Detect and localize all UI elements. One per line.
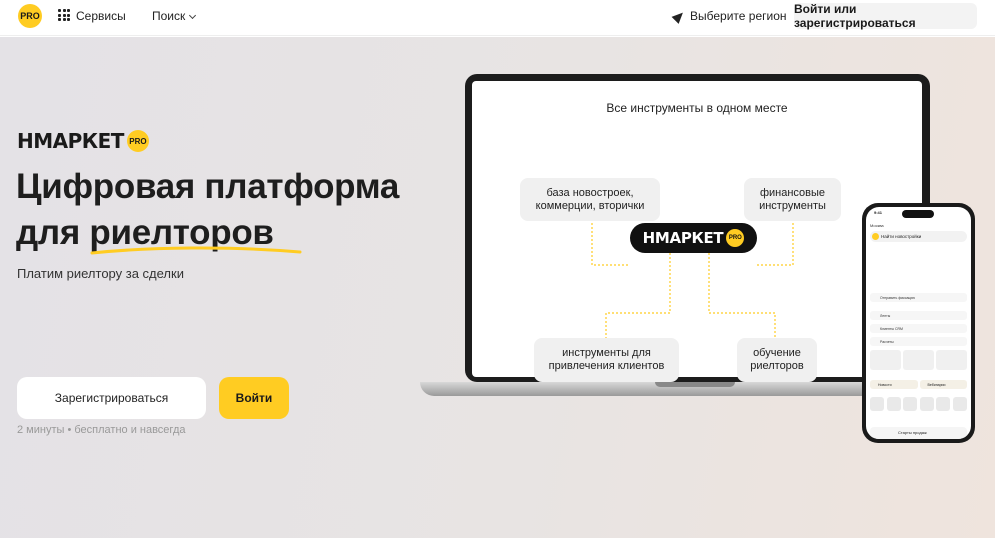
center-logo: НМАРКЕТ PRO	[630, 223, 757, 253]
phone-cards	[870, 350, 967, 370]
phone-location: Москва	[870, 223, 884, 228]
phone-row-fixation: Отправить фиксацию	[870, 293, 967, 302]
pill-client-tools: инструменты для привлечения клиентов	[534, 338, 679, 382]
phone-icons	[870, 397, 967, 411]
connector-lines	[591, 219, 794, 338]
phone-sales-start: Старты продаж	[870, 427, 967, 439]
phone-tag-webinars: Вебинарии	[919, 380, 967, 389]
phone-tag-news: Новости	[870, 380, 918, 389]
phone-row-crm: Клиенты CRM	[870, 324, 967, 333]
center-logo-text: НМАРКЕТ	[642, 229, 724, 247]
phone-time: 9:41	[874, 210, 883, 215]
phone-search-text: Найти новостройки	[881, 234, 922, 239]
dynamic-island	[902, 210, 934, 218]
phone-tags: Новости Вебинарии	[870, 380, 967, 389]
pill-finance: финансовые инструменты	[744, 178, 841, 221]
phone-row-feeds: Ленты	[870, 311, 967, 320]
phone-search-icon	[872, 233, 879, 240]
pill-database: база новостроек, коммерции, вторички	[520, 178, 660, 221]
phone-screen: 9:41 Москва Найти новостройки Отправить …	[866, 207, 971, 439]
phone-row-calc: Расчеты	[870, 337, 967, 346]
center-logo-pro: PRO	[726, 229, 745, 247]
phone-search: Найти новостройки	[870, 231, 967, 242]
pill-training: обучение риелторов	[737, 338, 817, 382]
